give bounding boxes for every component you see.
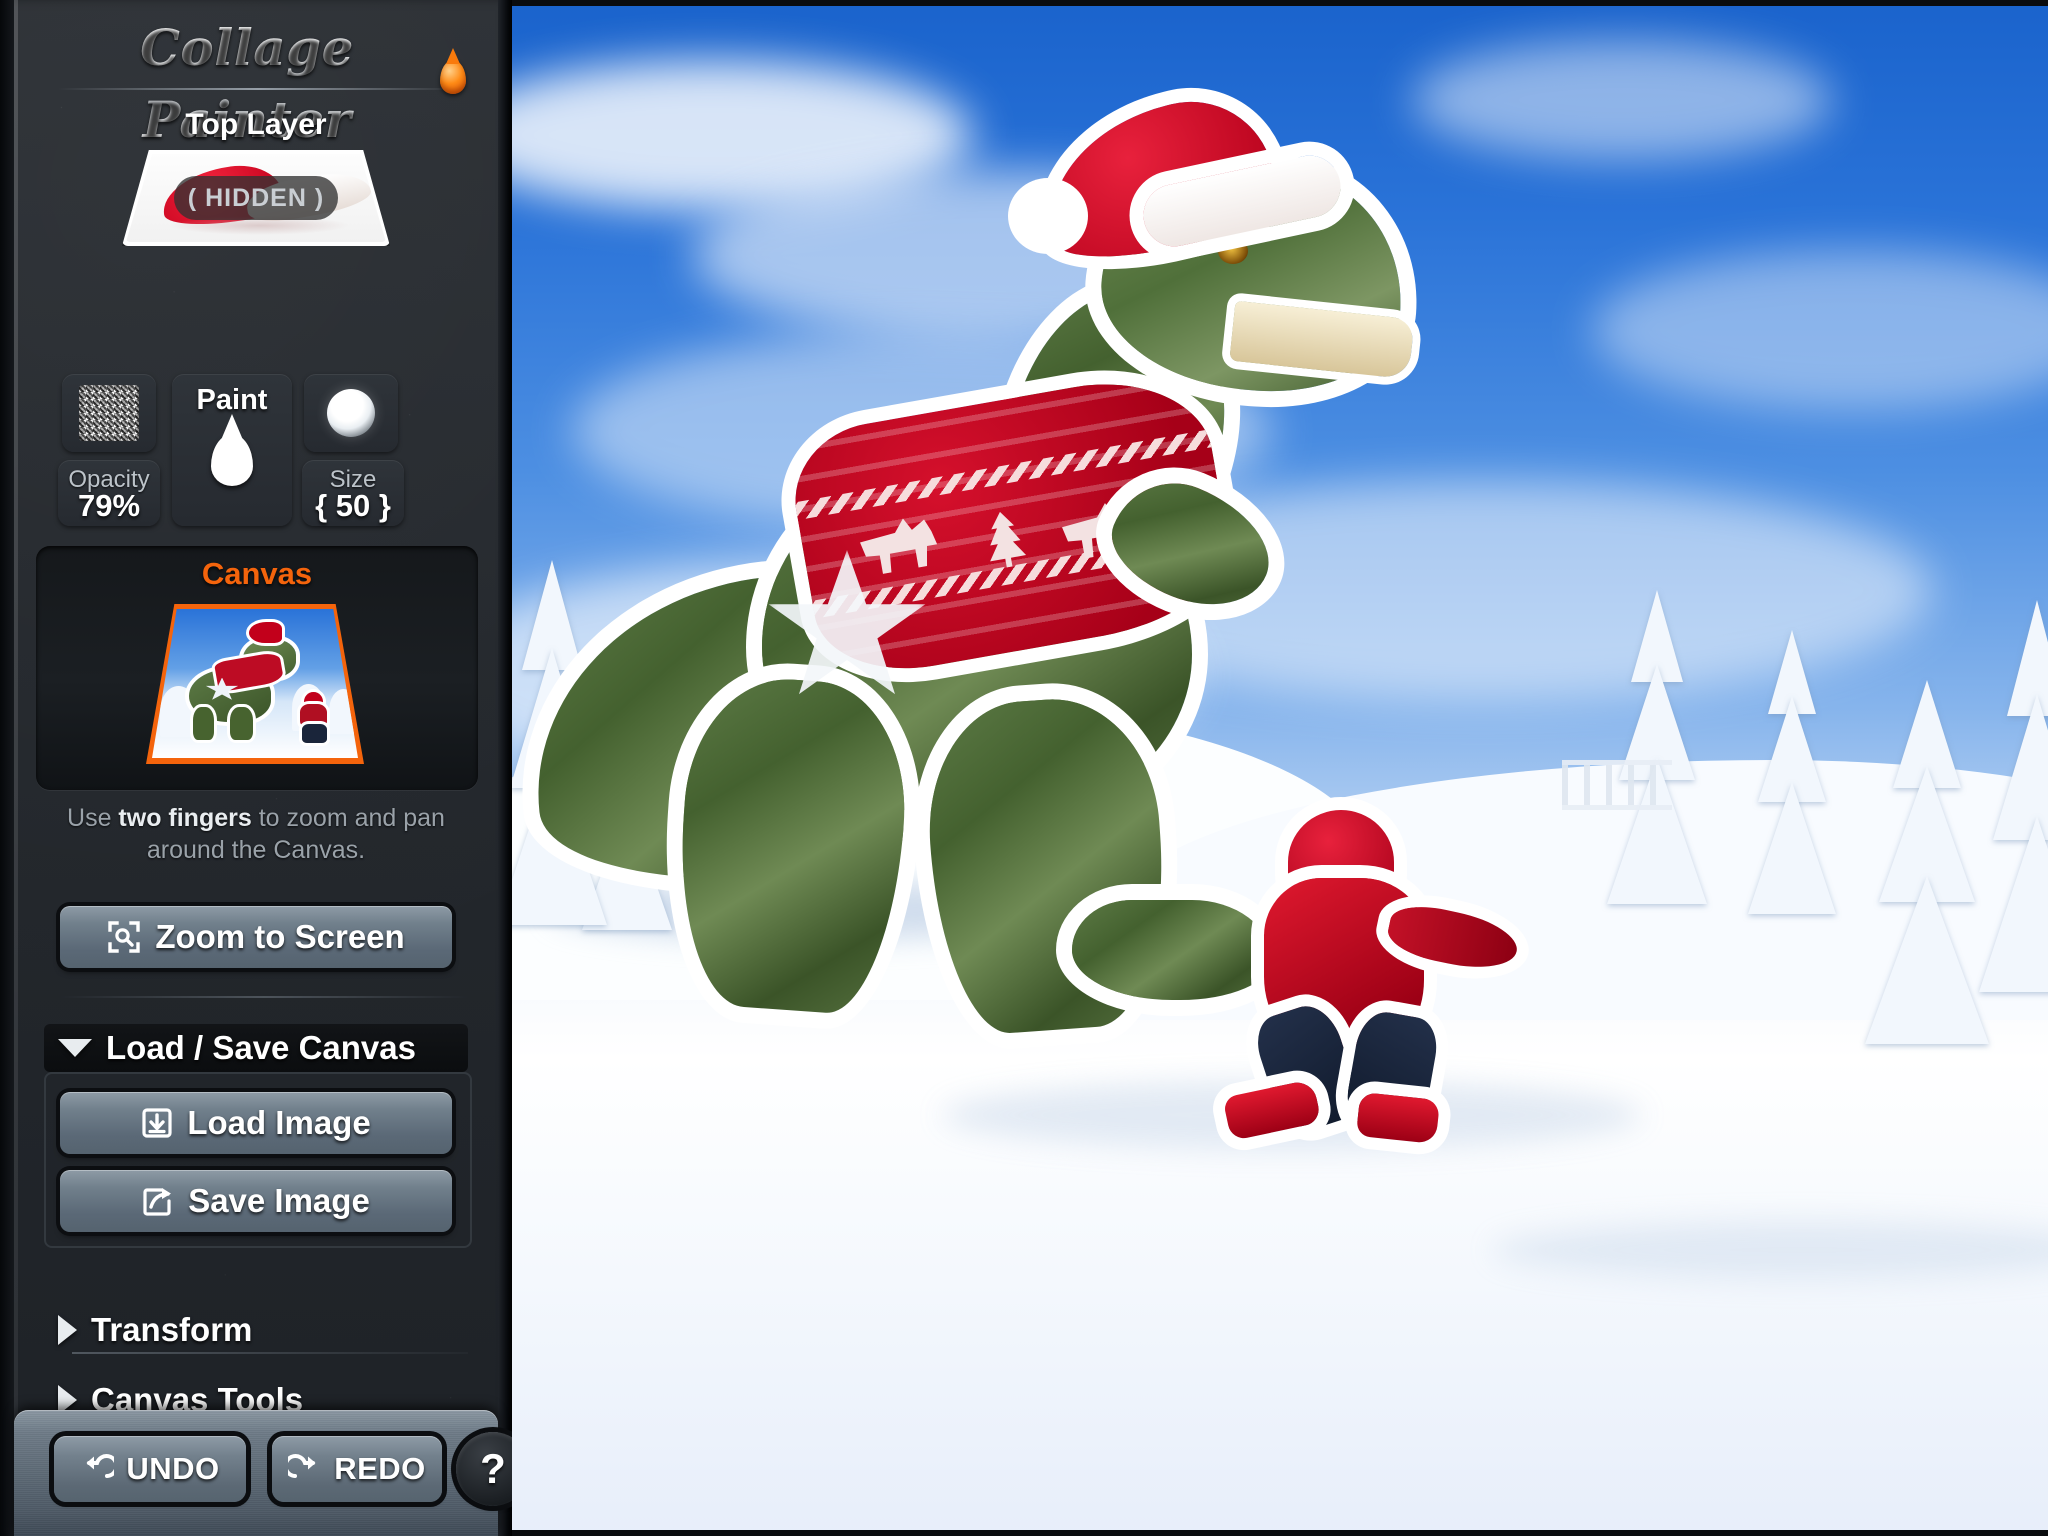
child-sticker[interactable] xyxy=(1202,800,1522,1145)
bottom-toolbar: UNDO REDO ? xyxy=(14,1410,512,1536)
paint-drop-icon xyxy=(211,434,253,486)
grain-texture-swatch-icon xyxy=(79,385,139,441)
redo-button[interactable]: REDO xyxy=(272,1436,442,1502)
soft-round-brush-icon xyxy=(327,389,375,437)
brush-preview-button[interactable] xyxy=(304,374,398,452)
window-bottom-edge xyxy=(512,1530,2048,1536)
paint-tool-button[interactable]: Paint xyxy=(172,374,292,526)
undo-label: UNDO xyxy=(126,1451,220,1486)
cloud xyxy=(1412,40,1832,160)
section-divider xyxy=(60,996,468,998)
opacity-control[interactable]: Opacity 79% xyxy=(58,460,160,526)
size-control[interactable]: Size { 50 } xyxy=(302,460,404,526)
status-badge: ( HIDDEN ) xyxy=(174,176,338,220)
dinosaur-sticker[interactable] xyxy=(512,60,1415,1040)
tool-sidebar: Collage Painter Top Layer ( HIDDEN ) Opa… xyxy=(0,0,512,1536)
app-logo: Collage Painter xyxy=(32,12,482,149)
sidebar-left-rail xyxy=(14,0,18,1536)
chevron-down-icon xyxy=(58,1039,92,1057)
snow-fence xyxy=(1562,760,1672,810)
dino-eye xyxy=(1218,238,1248,264)
save-image-label: Save Image xyxy=(188,1182,370,1219)
santa-hat-pompom xyxy=(1020,190,1076,242)
download-box-icon xyxy=(142,1108,172,1138)
app-window: Collage Painter Top Layer ( HIDDEN ) Opa… xyxy=(0,0,2048,1536)
share-arrow-icon xyxy=(143,1188,172,1216)
canvas-thumbnail[interactable] xyxy=(146,604,364,764)
chevron-right-icon xyxy=(58,1315,77,1345)
hint-bold: two fingers xyxy=(118,804,252,832)
paint-tool-label: Paint xyxy=(196,384,268,416)
window-top-edge xyxy=(512,0,2048,6)
texture-swatch-button[interactable] xyxy=(62,374,156,452)
redo-arrow-icon xyxy=(288,1454,316,1478)
snow-tree xyxy=(1972,600,2048,1000)
snow-tree xyxy=(1602,590,1712,920)
transform-divider xyxy=(72,1352,468,1354)
status-badge-label: ( HIDDEN ) xyxy=(187,183,325,212)
size-value: { 50 } xyxy=(315,488,391,523)
reindeer-motif xyxy=(850,508,945,580)
undo-button[interactable]: UNDO xyxy=(54,1436,246,1502)
christmas-tree-motif xyxy=(976,508,1033,571)
help-button[interactable]: ? xyxy=(456,1432,512,1506)
paint-drop-logo-icon xyxy=(440,60,466,94)
main-canvas[interactable] xyxy=(512,0,2048,1536)
zoom-to-screen-label: Zoom to Screen xyxy=(155,918,405,955)
redo-label: REDO xyxy=(334,1451,426,1486)
sidebar-right-edge xyxy=(498,0,512,1536)
canvas-thumbnail-image xyxy=(152,609,358,758)
logo-divider xyxy=(58,88,458,90)
save-image-button[interactable]: Save Image xyxy=(60,1170,452,1232)
gesture-hint: Use two fingers to zoom and pan around t… xyxy=(44,802,468,866)
canvas-layer-panel[interactable]: Canvas xyxy=(36,546,478,790)
question-mark-icon: ? xyxy=(480,1445,506,1492)
load-image-button[interactable]: Load Image xyxy=(60,1092,452,1154)
top-layer-label: Top Layer xyxy=(185,108,327,141)
hint-prefix: Use xyxy=(67,804,119,832)
zoom-to-screen-button[interactable]: Zoom to Screen xyxy=(60,906,452,968)
load-save-section-title: Load / Save Canvas xyxy=(106,1029,416,1066)
child-right-boot xyxy=(1355,1091,1441,1145)
transform-section-title: Transform xyxy=(91,1311,253,1348)
load-image-label: Load Image xyxy=(187,1104,371,1141)
undo-arrow-icon xyxy=(86,1454,115,1478)
top-layer-thumbnail[interactable]: ( HIDDEN ) xyxy=(122,150,390,246)
opacity-value: 79% xyxy=(77,488,141,523)
snow-tree xyxy=(1742,630,1842,930)
sidebar-left-shadow xyxy=(0,0,14,1536)
canvas-panel-title: Canvas xyxy=(201,556,313,591)
canvas-scene xyxy=(512,0,2048,1536)
transform-section-header[interactable]: Transform xyxy=(44,1306,468,1354)
zoom-to-fit-icon xyxy=(108,921,141,953)
load-save-section-header[interactable]: Load / Save Canvas xyxy=(44,1024,468,1072)
